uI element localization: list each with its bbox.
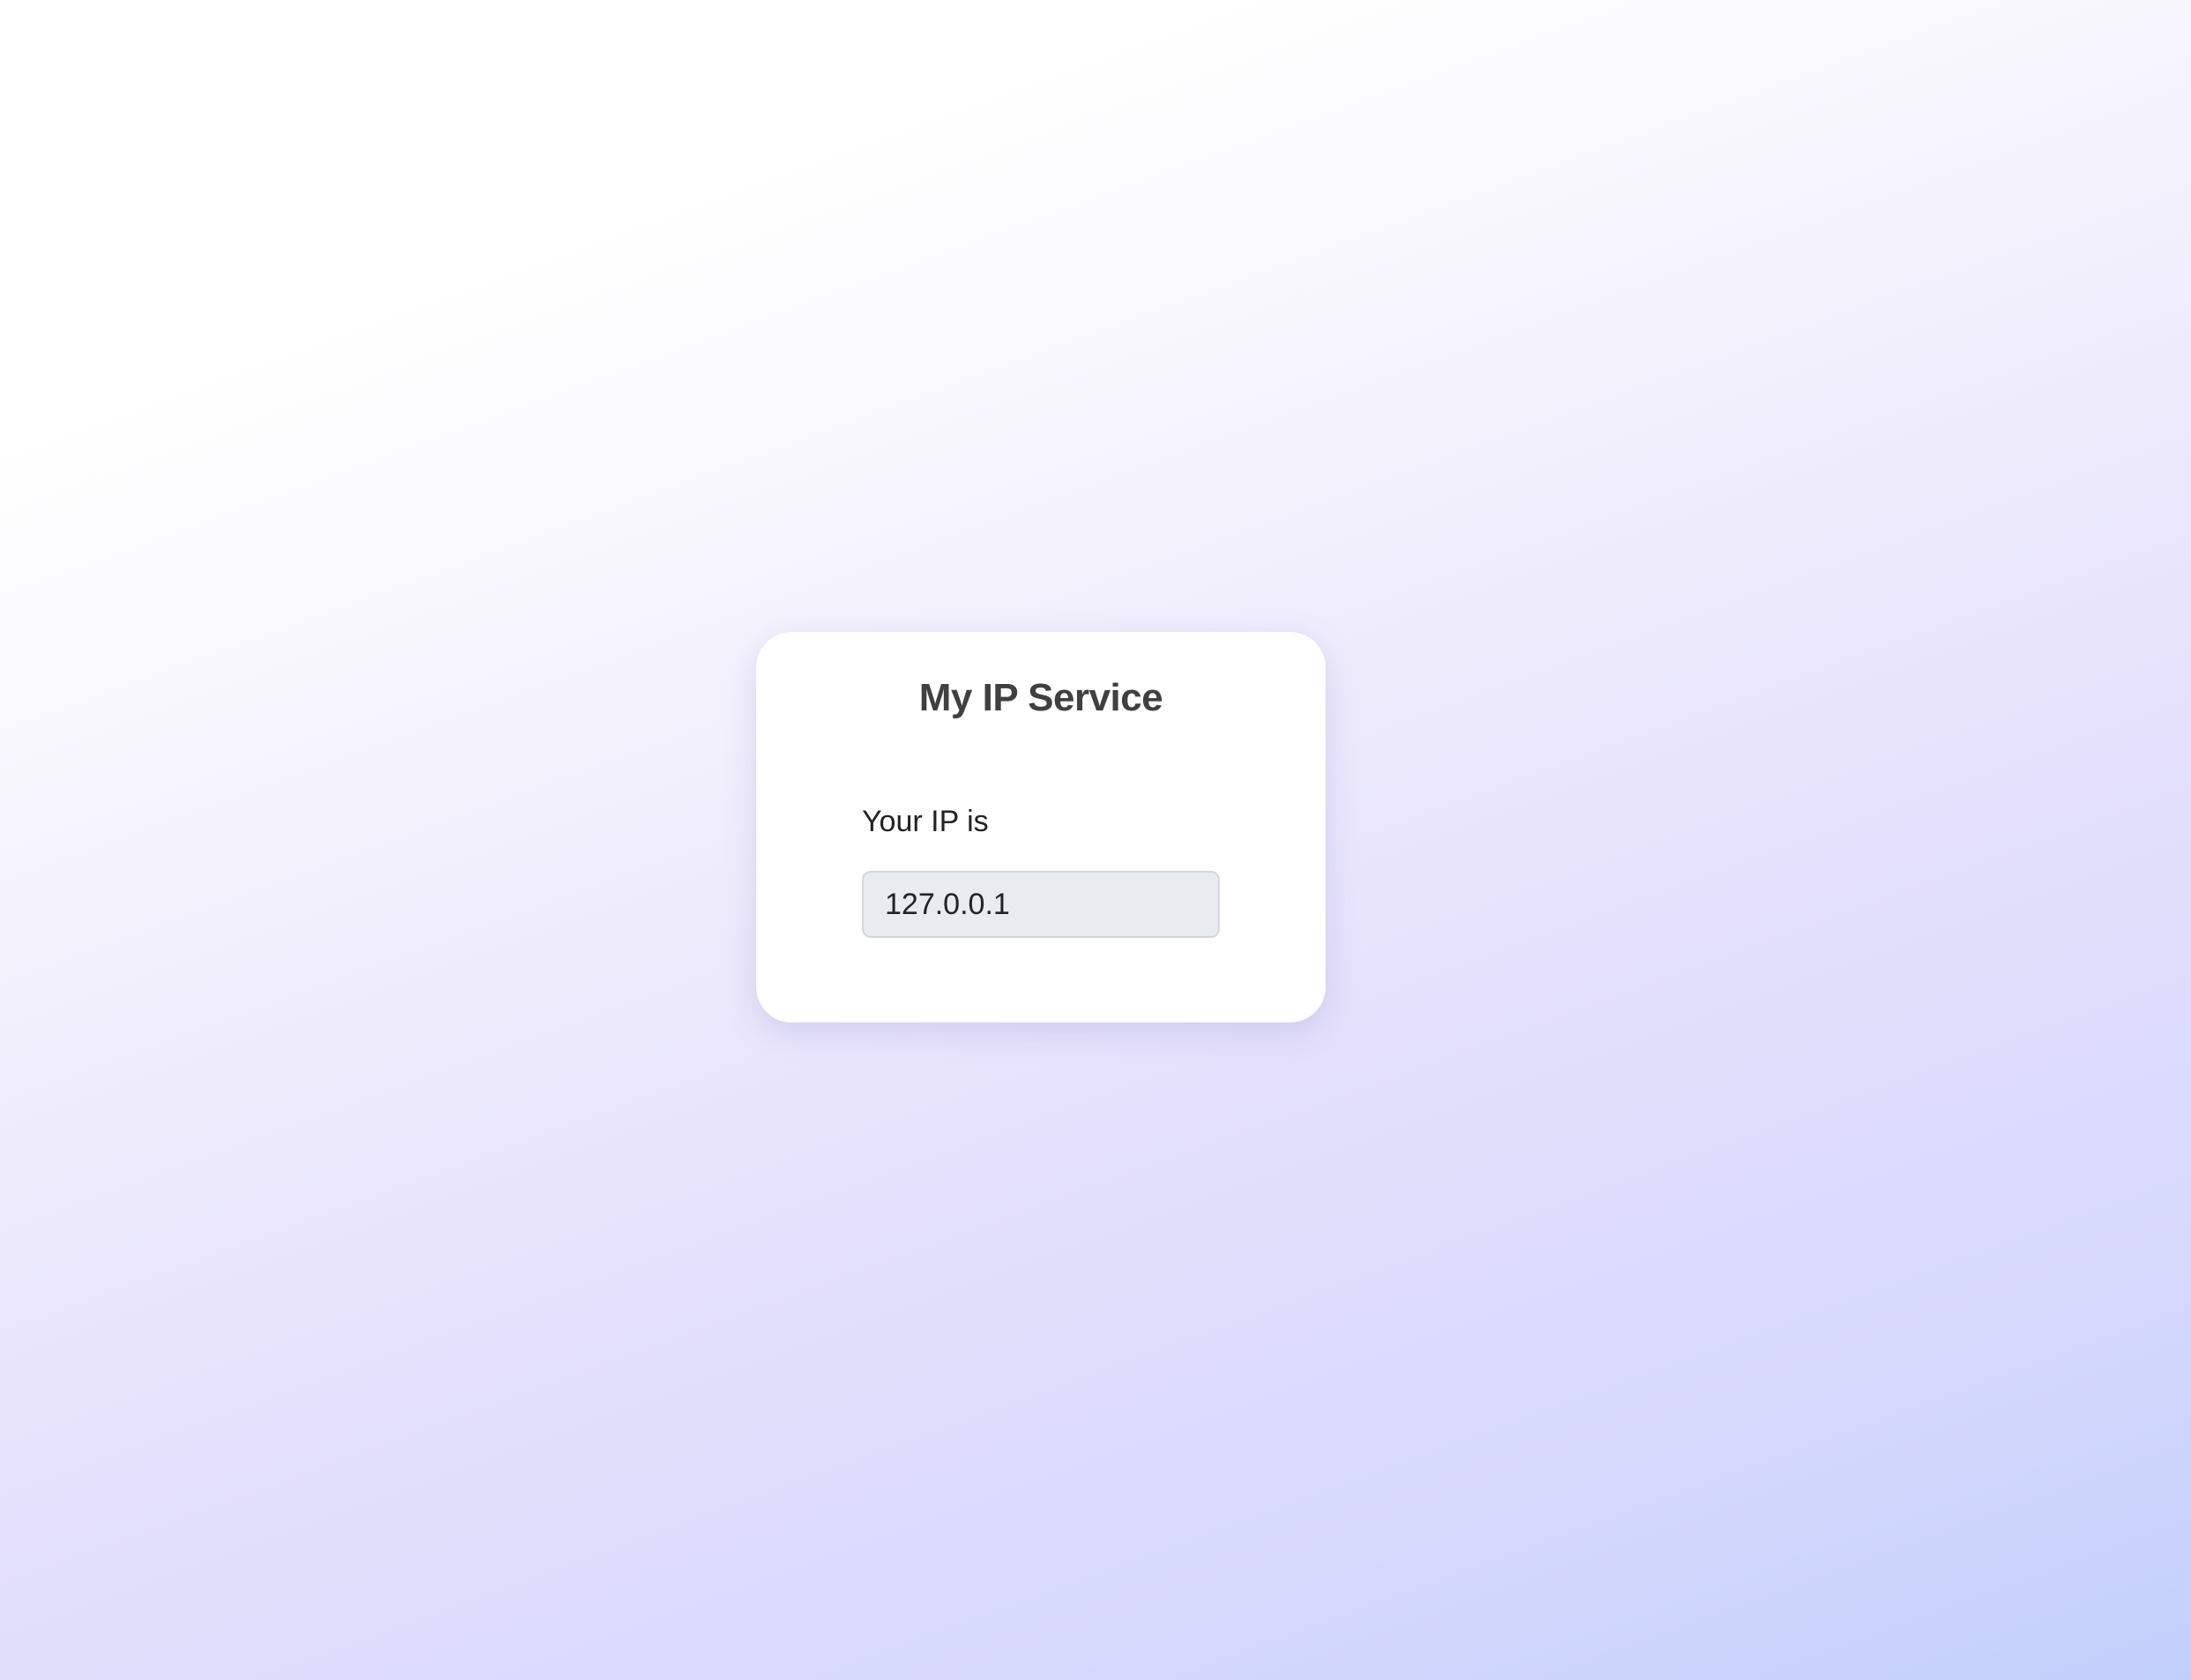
page-title: My IP Service	[918, 676, 1163, 719]
ip-label: Your IP is	[862, 805, 989, 838]
ip-address-field[interactable]	[862, 871, 1220, 938]
ip-card: My IP Service Your IP is	[756, 632, 1326, 1022]
